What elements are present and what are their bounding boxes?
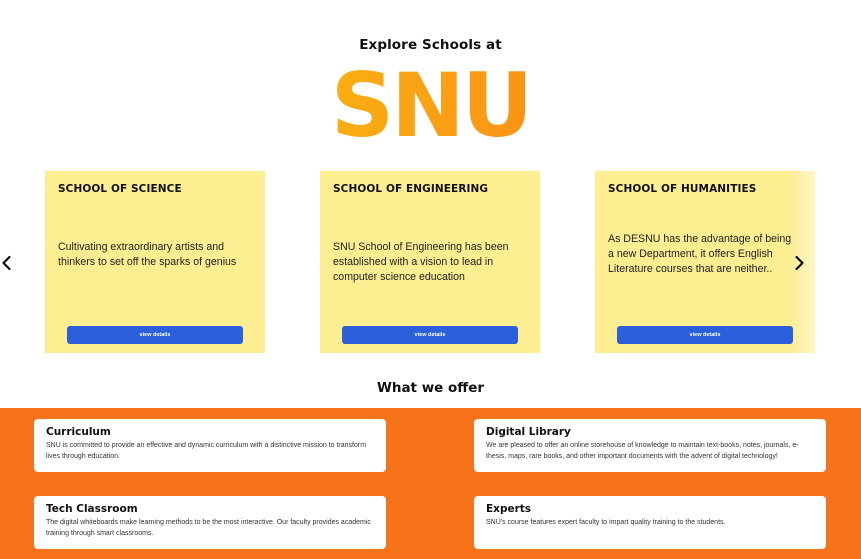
view-details-button[interactable]: view details (342, 326, 518, 344)
school-card-science: SCHOOL OF SCIENCE Cultivating extraordin… (45, 171, 265, 353)
explore-title: Explore Schools at (359, 37, 502, 53)
chevron-left-icon[interactable] (0, 255, 14, 271)
card-description: As DESNU has the advantage of being a ne… (608, 233, 792, 275)
offer-text: The digital whiteboards make learning me… (46, 519, 371, 537)
card-description: Cultivating extraordinary artists and th… (58, 241, 237, 268)
offer-card-tech-classroom: Tech Classroom The digital whiteboards m… (34, 496, 386, 549)
offer-card-digital-library: Digital Library We are pleased to offer … (474, 419, 826, 472)
card-title: SCHOOL OF HUMANITIES (608, 183, 757, 195)
offer-text: SNU's course features expert faculty to … (486, 519, 726, 526)
card-title: SCHOOL OF SCIENCE (58, 183, 182, 195)
offer-text: We are pleased to offer an online storeh… (486, 442, 799, 460)
school-card-humanities: SCHOOL OF HUMANITIES As DESNU has the ad… (595, 171, 815, 353)
offer-card-experts: Experts SNU's course features expert fac… (474, 496, 826, 549)
school-card-engineering: SCHOOL OF ENGINEERING SNU School of Engi… (320, 171, 540, 353)
offer-title: Experts (486, 503, 532, 515)
snu-wordmark: SNU (0, 60, 861, 152)
card-title: SCHOOL OF ENGINEERING (333, 183, 489, 195)
card-description: SNU School of Engineering has been estab… (333, 241, 509, 283)
offer-title: Tech Classroom (46, 503, 138, 515)
offer-title: Digital Library (486, 426, 571, 438)
offer-section: Curriculum SNU is committed to provide a… (0, 408, 861, 559)
offer-text: SNU is committed to provide an effective… (46, 442, 367, 460)
view-details-button[interactable]: view details (617, 326, 793, 344)
offer-card-curriculum: Curriculum SNU is committed to provide a… (34, 419, 386, 472)
chevron-right-icon[interactable] (792, 255, 806, 271)
what-we-offer-heading: What we offer (376, 380, 485, 396)
schools-carousel: SCHOOL OF SCIENCE Cultivating extraordin… (0, 171, 861, 353)
view-details-button[interactable]: view details (67, 326, 243, 344)
offer-title: Curriculum (46, 426, 111, 438)
